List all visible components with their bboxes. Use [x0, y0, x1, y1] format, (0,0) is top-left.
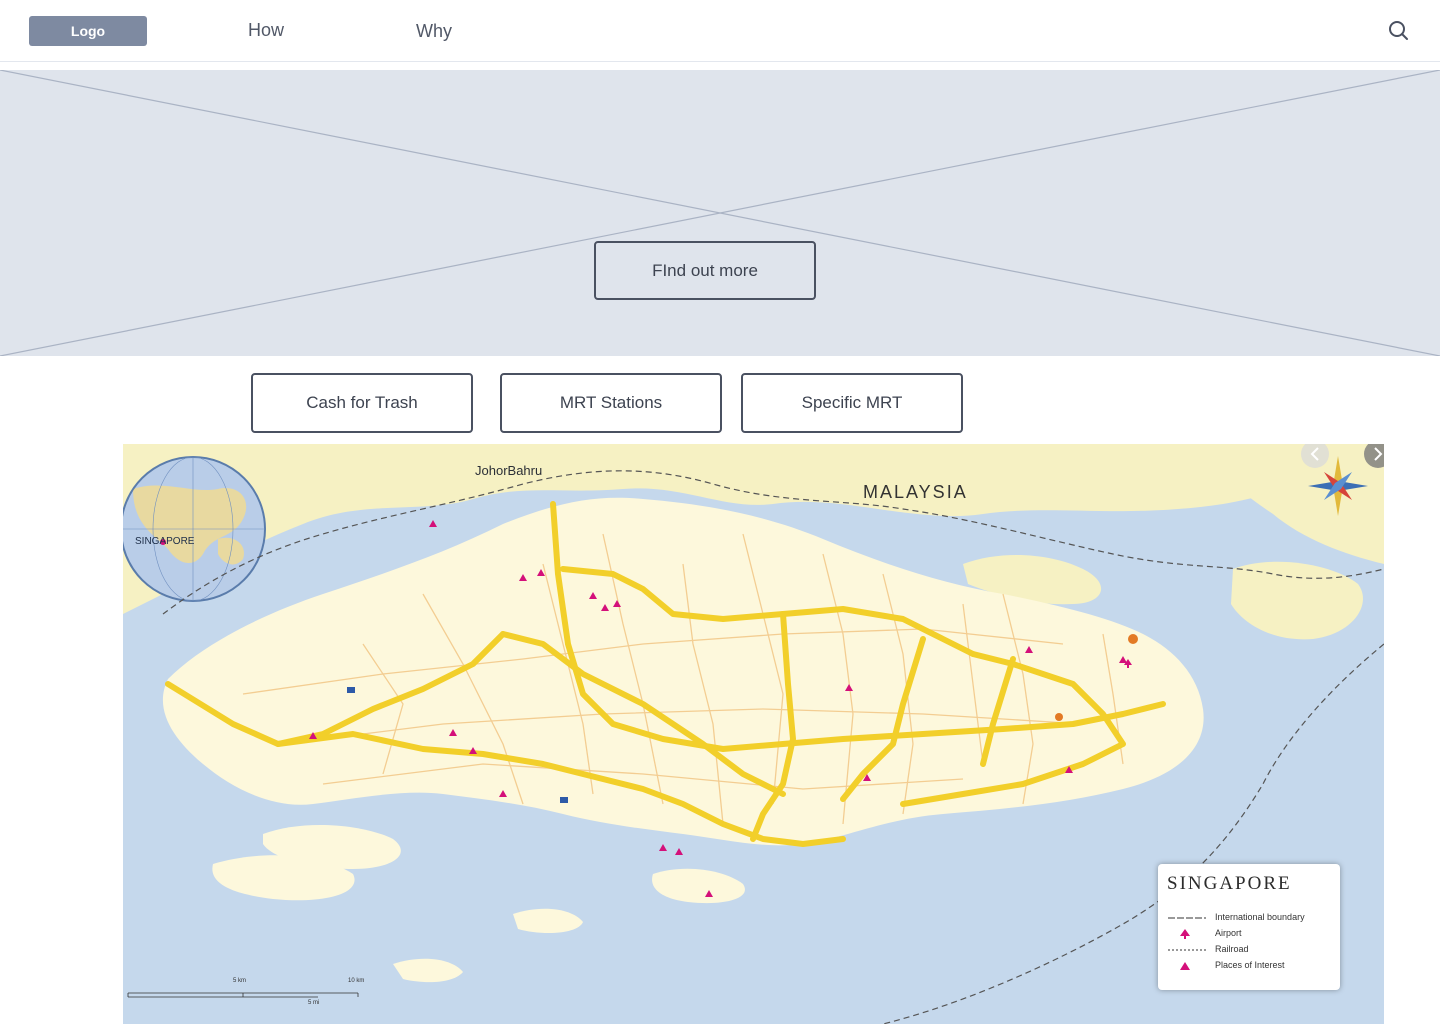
map-label-malaysia: MALAYSIA	[863, 482, 968, 502]
placeholder-cross	[0, 70, 1440, 356]
airport-icon	[1180, 929, 1190, 939]
hero-image-placeholder: FInd out more	[0, 70, 1440, 356]
specific-mrt-button[interactable]: Specific MRT	[741, 373, 963, 433]
nav-link-how[interactable]: How	[248, 20, 284, 41]
find-out-more-button[interactable]: FInd out more	[594, 241, 816, 300]
nav-link-why[interactable]: Why	[416, 21, 452, 42]
legend-label: Railroad	[1215, 944, 1249, 954]
globe-inset	[123, 456, 266, 602]
legend-label: Airport	[1215, 928, 1242, 938]
legend-row-airport: Airport	[1158, 927, 1340, 941]
place-of-interest-icon	[1180, 962, 1190, 970]
legend-row-railroad: Railroad	[1158, 943, 1340, 957]
mrt-stations-button[interactable]: MRT Stations	[500, 373, 722, 433]
map-legend: SINGAPORE International boundary Airport…	[1158, 864, 1340, 990]
legend-label: Places of Interest	[1215, 960, 1285, 970]
globe-label-singapore: SINGAPORE	[135, 536, 195, 547]
scale-label-5km: 5 km	[233, 978, 247, 984]
legend-row-places: Places of Interest	[1158, 959, 1340, 973]
legend-row-boundary: International boundary	[1158, 911, 1340, 925]
legend-title: SINGAPORE	[1167, 873, 1292, 894]
logo[interactable]: Logo	[29, 16, 147, 46]
map-label-johor-bahru: JohorBahru	[475, 463, 543, 478]
scale-label-5mi: 5 mi	[308, 1000, 320, 1006]
boundary-line-icon	[1168, 917, 1206, 919]
top-navigation-bar: Logo How Why	[0, 0, 1440, 62]
legend-label: International boundary	[1215, 912, 1305, 922]
singapore-map[interactable]: JohorBahru MALAYSIA SINGAPORE 5 km 10 km…	[123, 444, 1384, 1024]
railroad-line-icon	[1168, 949, 1206, 951]
scale-bar	[127, 992, 359, 998]
cash-for-trash-button[interactable]: Cash for Trash	[251, 373, 473, 433]
search-icon[interactable]	[1386, 18, 1412, 44]
scale-label-10km: 10 km	[348, 978, 365, 984]
